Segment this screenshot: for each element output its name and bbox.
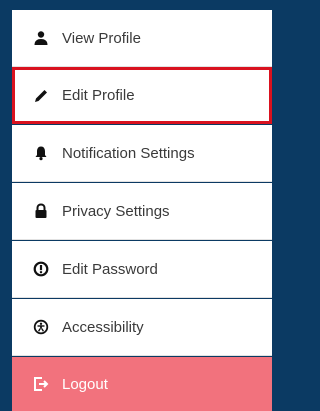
menu-item-label: Logout	[62, 375, 108, 393]
menu-item-label: Accessibility	[62, 318, 144, 336]
menu-item-label: Notification Settings	[62, 144, 195, 162]
profile-menu: View Profile Edit Profile Notification S…	[0, 0, 272, 411]
lock-icon	[28, 203, 54, 219]
user-icon	[28, 30, 54, 46]
menu-item-accessibility[interactable]: Accessibility	[12, 299, 272, 356]
menu-item-edit-password[interactable]: Edit Password	[12, 241, 272, 298]
menu-item-label: Edit Password	[62, 260, 158, 278]
menu-item-privacy-settings[interactable]: Privacy Settings	[12, 183, 272, 240]
menu-item-view-profile[interactable]: View Profile	[12, 10, 272, 67]
menu-item-label: Privacy Settings	[62, 202, 170, 220]
bell-icon	[28, 145, 54, 161]
menu-item-edit-profile[interactable]: Edit Profile	[12, 67, 272, 124]
pencil-icon	[28, 88, 54, 104]
menu-item-notification-settings[interactable]: Notification Settings	[12, 125, 272, 182]
menu-item-label: View Profile	[62, 29, 141, 47]
password-icon	[28, 261, 54, 277]
logout-icon	[28, 376, 54, 392]
menu-item-logout[interactable]: Logout	[12, 357, 272, 411]
menu-item-label: Edit Profile	[62, 87, 135, 104]
accessibility-icon	[28, 319, 54, 335]
